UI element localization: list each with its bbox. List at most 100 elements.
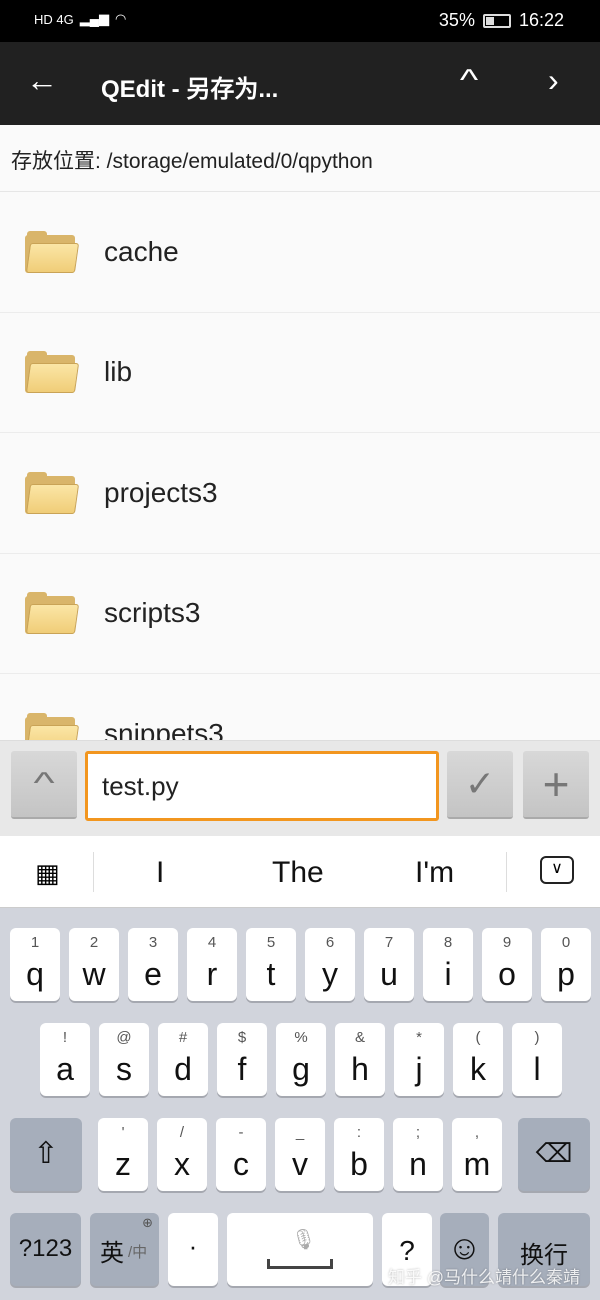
key-n[interactable]: ; n — [393, 1118, 443, 1191]
suggestion[interactable]: I'm — [415, 856, 454, 890]
folder-item[interactable]: lib — [0, 313, 600, 433]
key-letter: d — [174, 1051, 192, 1087]
keyboard: ⇧ ⌫ ?123 ⊕ 英/中 · 🎙 ? ☺ 换行 1q2w3e4r5t6y7u8… — [0, 908, 600, 1300]
key-letter: l — [533, 1051, 541, 1087]
key-letter: g — [292, 1051, 310, 1087]
globe-icon: ⊕ — [142, 1215, 153, 1230]
space-bar-icon — [267, 1259, 333, 1269]
suggestion[interactable]: The — [272, 856, 324, 890]
back-arrow-icon[interactable]: ← — [26, 62, 58, 99]
app-bar: ← QEdit - 另存为... ^ › — [0, 42, 600, 125]
folder-icon — [25, 471, 80, 514]
key-r[interactable]: 4r — [187, 928, 237, 1001]
plus-icon: + — [542, 758, 570, 810]
confirm-button[interactable]: ✓ — [447, 751, 513, 819]
shift-key[interactable]: ⇧ — [10, 1118, 82, 1191]
dot-key[interactable]: · — [168, 1213, 218, 1286]
key-hint: $ — [237, 1029, 247, 1046]
key-w[interactable]: 2w — [69, 928, 119, 1001]
key-hint: 6 — [325, 934, 335, 951]
folder-name: lib — [104, 356, 133, 388]
key-hint: / — [179, 1124, 185, 1141]
key-j[interactable]: * j — [394, 1023, 444, 1096]
key-letter: e — [144, 956, 162, 992]
key-hint: , — [474, 1124, 480, 1141]
folder-item[interactable]: scripts3 — [0, 554, 600, 674]
key-letter: k — [470, 1051, 486, 1087]
expand-chevron-up-button[interactable]: ^ — [11, 751, 77, 819]
key-y[interactable]: 6y — [305, 928, 355, 1001]
key-hint: 9 — [502, 934, 512, 951]
key-s[interactable]: @ s — [99, 1023, 149, 1096]
folder-name: cache — [104, 235, 179, 267]
microphone-icon: 🎙 — [291, 1229, 317, 1251]
key-m[interactable]: ,m — [452, 1118, 502, 1191]
parent-folder-chevron-up-icon[interactable]: ^ — [460, 64, 478, 98]
key-a[interactable]: ! a — [40, 1023, 90, 1096]
folder-icon — [25, 230, 80, 273]
page-title: QEdit - 另存为... — [101, 76, 279, 103]
signal-icon: ▂▄▆ — [79, 11, 109, 26]
key-q[interactable]: 1q — [10, 928, 60, 1001]
folder-item[interactable]: snippets3 — [0, 674, 600, 740]
key-x[interactable]: / x — [157, 1118, 207, 1191]
key-f[interactable]: $ f — [217, 1023, 267, 1096]
suggestion[interactable]: I — [156, 856, 164, 890]
backspace-icon: ⌫ — [535, 1138, 573, 1168]
key-k[interactable]: (k — [453, 1023, 503, 1096]
filename-input[interactable] — [85, 751, 439, 821]
key-h[interactable]: & h — [335, 1023, 385, 1096]
key-hint: 5 — [266, 934, 276, 951]
language-key[interactable]: ⊕ 英/中 — [90, 1213, 159, 1286]
key-d[interactable]: # d — [158, 1023, 208, 1096]
folder-item[interactable]: projects3 — [0, 433, 600, 554]
key-hint: 7 — [384, 934, 394, 951]
key-letter: i — [444, 956, 452, 992]
chevron-right-icon[interactable]: › — [548, 62, 559, 99]
key-letter: w — [82, 956, 106, 992]
backspace-key[interactable]: ⌫ — [518, 1118, 590, 1191]
key-hint: ; — [415, 1124, 421, 1141]
key-letter: q — [26, 956, 44, 992]
key-hint: % — [294, 1029, 308, 1046]
divider — [93, 852, 94, 892]
key-o[interactable]: 9o — [482, 928, 532, 1001]
key-v[interactable]: _ v — [275, 1118, 325, 1191]
key-z[interactable]: ' z — [98, 1118, 148, 1191]
key-l[interactable]: ) l — [512, 1023, 562, 1096]
key-hint: 0 — [561, 934, 571, 951]
folder-item[interactable]: cache — [0, 192, 600, 313]
key-u[interactable]: 7u — [364, 928, 414, 1001]
battery-icon — [482, 13, 511, 28]
key-hint: ) — [534, 1029, 540, 1046]
key-hint: 2 — [89, 934, 99, 951]
key-hint: ( — [475, 1029, 481, 1046]
key-t[interactable]: 5t — [246, 928, 296, 1001]
chevron-up-icon: ^ — [33, 767, 55, 800]
key-e[interactable]: 3e — [128, 928, 178, 1001]
key-hint: 1 — [30, 934, 40, 951]
key-c[interactable]: -c — [216, 1118, 266, 1191]
new-folder-button[interactable]: + — [523, 751, 589, 819]
key-hint: @ — [116, 1029, 132, 1046]
suggestion-bar: ▦ I The I'm ∨ — [0, 836, 600, 908]
key-i[interactable]: 8i — [423, 928, 473, 1001]
check-icon: ✓ — [464, 763, 496, 804]
key-g[interactable]: % g — [276, 1023, 326, 1096]
key-hint: & — [354, 1029, 365, 1046]
symbols-key[interactable]: ?123 — [10, 1213, 81, 1286]
key-letter: f — [237, 1051, 247, 1087]
space-key[interactable]: 🎙 — [227, 1213, 373, 1286]
key-p[interactable]: 0p — [541, 928, 591, 1001]
hide-keyboard-icon[interactable]: ∨ — [540, 856, 574, 884]
key-b[interactable]: :b — [334, 1118, 384, 1191]
key-letter: y — [322, 956, 338, 992]
key-hint: ' — [121, 1124, 125, 1141]
key-letter: j — [415, 1051, 423, 1087]
folder-name: projects3 — [104, 476, 218, 508]
watermark: 知乎 @马什么靖什么秦靖 — [388, 1268, 580, 1287]
grid-menu-icon[interactable]: ▦ — [35, 858, 60, 889]
status-bar: HD 4G ▂▄▆ ◠ 35% 16:22 — [0, 0, 600, 42]
folder-icon — [25, 592, 80, 635]
key-letter: p — [557, 956, 575, 992]
